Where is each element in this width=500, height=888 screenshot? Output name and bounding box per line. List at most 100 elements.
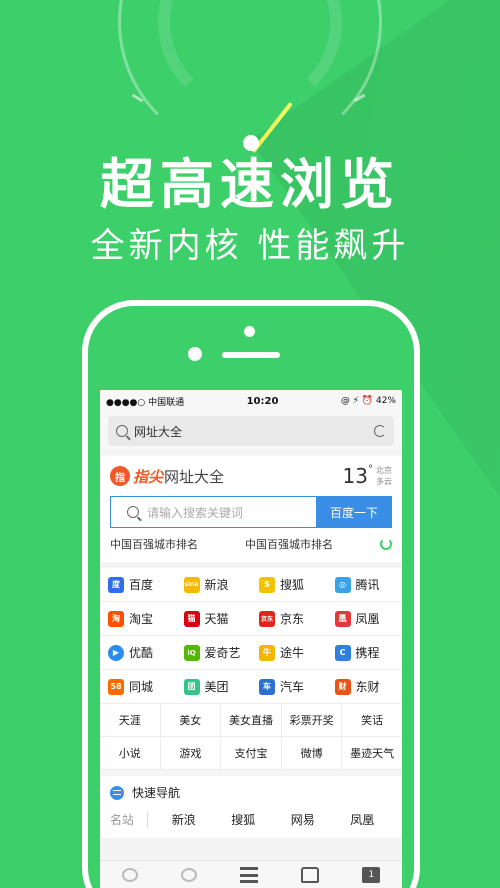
site-link-meituan[interactable]: 团美团 — [176, 670, 252, 703]
site-label: 凤凰 — [355, 612, 380, 626]
bottom-toolbar: 1 — [100, 860, 402, 888]
eastmoney-icon: 财 — [334, 678, 351, 695]
phone-sensor — [244, 326, 255, 337]
site-label: 携程 — [355, 646, 380, 660]
text-link[interactable]: 美女直播 — [221, 704, 282, 736]
quick-link[interactable]: 搜狐 — [214, 811, 274, 828]
weather-temperature: 13° — [343, 464, 373, 488]
site-label: 途牛 — [280, 646, 305, 660]
site-label: 新浪 — [204, 578, 229, 592]
text-link[interactable]: 支付宝 — [221, 737, 282, 769]
hot-link[interactable]: 中国百强城市排名 — [245, 536, 333, 552]
site-label: 百度 — [129, 578, 154, 592]
site-link-sohu[interactable]: S 搜狐 — [251, 568, 327, 601]
weather-widget[interactable]: 13° 北京 多云 — [343, 464, 392, 488]
site-link-eastmoney[interactable]: 财东财 — [327, 670, 403, 703]
weather-city: 北京 — [376, 466, 392, 475]
search-input[interactable]: 请输入搜索关键词 — [110, 496, 316, 528]
site-link-baidu[interactable]: 度百度 — [100, 568, 176, 601]
site-grid: 度百度 sina 新浪 S 搜狐 ◎ 腾讯 淘淘宝 猫天猫 京东 京东 凰凤凰 ▶ 优酷 … — [100, 568, 402, 770]
headline: 超高速浏览 — [100, 153, 400, 216]
site-link-jd[interactable]: 京东 京东 — [251, 602, 327, 635]
site-label: 汽车 — [280, 680, 305, 694]
site-row: 淘淘宝 猫天猫 京东 京东 凰凤凰 — [100, 602, 402, 636]
quick-nav: 快速导航 名站 新浪 搜狐 网易 凤凰 — [100, 776, 402, 838]
site-link-taobao[interactable]: 淘淘宝 — [100, 602, 176, 635]
site-label: 搜狐 — [280, 578, 305, 592]
battery-label: @ ⚡ ⏰ 42% — [340, 396, 396, 406]
forward-icon[interactable] — [180, 867, 197, 882]
site-label: 京东 — [280, 612, 305, 626]
site-row: ▶ 优酷 iQ 爱奇艺 牛途牛 C 携程 — [100, 636, 402, 670]
site-link-58[interactable]: 58 同城 — [100, 670, 176, 703]
tencent-icon: ◎ — [334, 576, 351, 593]
sina-icon: sina — [183, 576, 200, 593]
refresh-hot-icon[interactable] — [380, 538, 392, 550]
brand-name-part2: 网址大全 — [164, 467, 225, 486]
text-link[interactable]: 墨迹天气 — [342, 737, 402, 769]
site-link-ifeng[interactable]: 凰凤凰 — [327, 602, 403, 635]
refresh-icon[interactable] — [374, 425, 386, 437]
quick-link[interactable]: 凤凰 — [333, 811, 393, 828]
site-label: 腾讯 — [355, 578, 380, 592]
brand-logo: 指 指尖 网址大全 — [110, 466, 224, 487]
site-link-iqiyi[interactable]: iQ 爱奇艺 — [176, 636, 252, 669]
text-link[interactable]: 彩票开奖 — [282, 704, 343, 736]
site-link-youku[interactable]: ▶ 优酷 — [100, 636, 176, 669]
phone-screen: ●●●●○ 中国联通 10:20 @ ⚡ ⏰ 42% 网址大全 指 指尖 网址大… — [100, 390, 402, 888]
site-label: 同城 — [129, 680, 154, 694]
site-link-sina[interactable]: sina 新浪 — [176, 568, 252, 601]
site-link-auto[interactable]: 车汽车 — [251, 670, 327, 703]
site-link-tuniu[interactable]: 牛途牛 — [251, 636, 327, 669]
site-label: 爱奇艺 — [204, 646, 241, 660]
home-icon[interactable] — [301, 866, 320, 883]
search-button[interactable]: 百度一下 — [316, 496, 392, 528]
menu-icon[interactable] — [239, 866, 258, 883]
address-bar[interactable]: 网址大全 — [108, 416, 394, 446]
tuniu-icon: 牛 — [259, 644, 275, 661]
auto-icon: 车 — [259, 678, 275, 695]
site-label: 东财 — [355, 680, 380, 694]
jd-icon: 京东 — [259, 610, 275, 627]
address-text: 网址大全 — [134, 424, 183, 439]
quick-nav-title: 快速导航 — [132, 786, 181, 800]
header-card: 指 指尖 网址大全 13° 北京 多云 请输入搜索关键词 百度一下 中国百强城市… — [100, 456, 402, 562]
subheadline: 全新内核 性能飙升 — [90, 226, 410, 266]
site-link-ctrip[interactable]: C 携程 — [327, 636, 403, 669]
site-row: 58 同城 团美团 车汽车 财东财 — [100, 670, 402, 704]
site-link-tencent[interactable]: ◎ 腾讯 — [327, 568, 403, 601]
temperature-unit: ° — [368, 464, 373, 475]
search-icon — [127, 506, 139, 518]
status-bar: ●●●●○ 中国联通 10:20 @ ⚡ ⏰ 42% — [100, 390, 402, 412]
ctrip-icon: C — [334, 644, 351, 661]
hot-link[interactable]: 中国百强城市排名 — [110, 536, 198, 552]
brand-name-part1: 指尖 — [133, 467, 164, 486]
site-row: 度百度 sina 新浪 S 搜狐 ◎ 腾讯 — [100, 568, 402, 602]
search-box: 请输入搜索关键词 百度一下 — [100, 494, 402, 536]
site-label: 优酷 — [129, 646, 154, 660]
search-icon — [116, 425, 128, 437]
text-link-row: 小说 游戏 支付宝 微博 墨迹天气 — [100, 737, 402, 770]
quick-link[interactable]: 新浪 — [154, 811, 214, 828]
58-icon: 58 — [108, 678, 124, 695]
site-label: 天猫 — [204, 612, 229, 626]
status-time: 10:20 — [246, 395, 279, 407]
ifeng-icon: 凰 — [334, 610, 351, 627]
site-label: 美团 — [204, 680, 229, 694]
site-link-tmall[interactable]: 猫天猫 — [176, 602, 252, 635]
quick-nav-label: 名站 — [110, 811, 148, 828]
text-link[interactable]: 美女 — [161, 704, 222, 736]
back-icon[interactable] — [121, 867, 138, 882]
text-link[interactable]: 微博 — [282, 737, 343, 769]
list-icon — [110, 785, 124, 800]
quick-link[interactable]: 网易 — [273, 811, 333, 828]
text-link[interactable]: 天涯 — [100, 704, 161, 736]
tabs-icon[interactable]: 1 — [362, 866, 381, 883]
text-link[interactable]: 小说 — [100, 737, 161, 769]
text-link[interactable]: 笑话 — [342, 704, 402, 736]
temperature-value: 13 — [342, 464, 368, 488]
text-link-row: 天涯 美女 美女直播 彩票开奖 笑话 — [100, 704, 402, 737]
phone-camera — [188, 347, 202, 361]
text-link[interactable]: 游戏 — [161, 737, 222, 769]
meituan-icon: 团 — [183, 678, 200, 695]
